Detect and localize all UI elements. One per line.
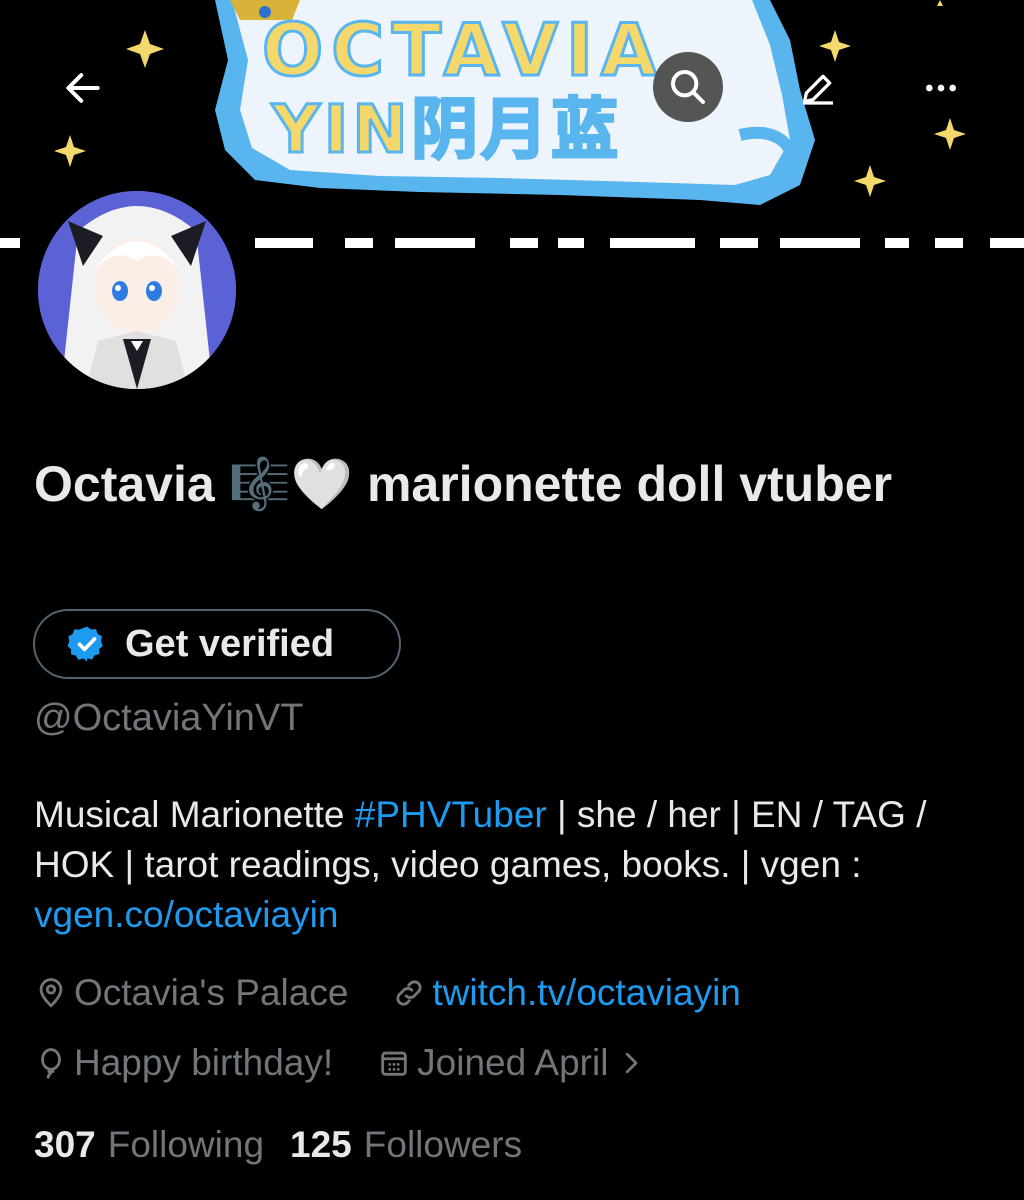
pencil-icon xyxy=(803,74,833,105)
banner-title-line2: YIN阴月蓝 xyxy=(271,90,622,169)
chevron-right-icon xyxy=(626,1052,638,1074)
arrow-left-icon xyxy=(66,73,100,103)
link-icon xyxy=(396,980,422,1006)
username-handle: @OctaviaYinVT xyxy=(34,697,304,739)
followers-label[interactable]: Followers xyxy=(364,1124,522,1166)
banner-title-line1: OCTAVIA xyxy=(261,8,665,92)
bio-text-1: Musical Marionette xyxy=(34,794,355,835)
search-icon xyxy=(671,70,705,104)
birthday-text: Happy birthday! xyxy=(74,1042,334,1083)
calendar-icon xyxy=(381,1051,407,1076)
display-name: Octavia 🎼🤍 marionette doll vtuber xyxy=(34,456,893,512)
search-button[interactable] xyxy=(653,52,723,122)
balloon-icon xyxy=(41,1048,61,1079)
location-text: Octavia's Palace xyxy=(74,972,349,1013)
following-label[interactable]: Following xyxy=(108,1124,264,1166)
more-button[interactable] xyxy=(908,55,974,121)
website-item[interactable]: twitch.tv/octaviayin xyxy=(392,972,741,1014)
location-pin-icon xyxy=(39,978,63,1008)
following-count[interactable]: 307 xyxy=(34,1124,96,1166)
edit-profile-button[interactable] xyxy=(785,55,851,121)
birthday-item: Happy birthday! xyxy=(34,1042,333,1084)
get-verified-label: Get verified xyxy=(125,622,335,665)
website-link[interactable]: twitch.tv/octaviayin xyxy=(432,972,740,1014)
verified-badge-icon xyxy=(67,626,103,662)
joined-item[interactable]: Joined April xyxy=(377,1042,652,1084)
location-item: Octavia's Palace xyxy=(34,972,348,1014)
get-verified-button[interactable]: Get verified xyxy=(33,609,401,679)
profile-meta-row-2: Happy birthday! Joined April xyxy=(34,1042,696,1084)
followers-count[interactable]: 125 xyxy=(290,1124,352,1166)
profile-meta-row-1: Octavia's Palace twitch.tv/octaviayin xyxy=(34,972,785,1014)
more-horizontal-icon xyxy=(926,84,956,92)
joined-text: Joined April xyxy=(417,1042,609,1083)
avatar[interactable] xyxy=(30,183,244,397)
back-button[interactable] xyxy=(50,55,116,121)
follow-stats: 307 Following 125 Followers xyxy=(34,1124,548,1166)
hashtag-link[interactable]: #PHVTuber xyxy=(355,794,547,835)
avatar-image xyxy=(38,191,236,389)
profile-bio: Musical Marionette #PHVTuber | she / her… xyxy=(34,790,1004,940)
vgen-link[interactable]: vgen.co/octaviayin xyxy=(34,894,338,935)
